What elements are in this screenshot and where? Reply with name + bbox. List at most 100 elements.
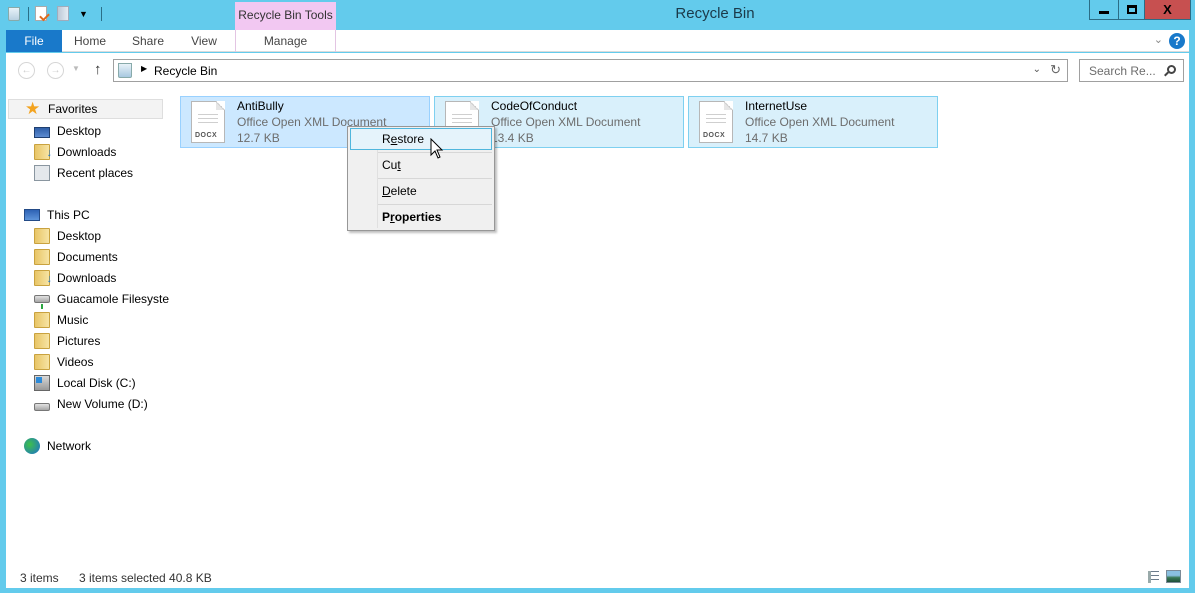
star-icon: ★ (25, 99, 41, 118)
tab-share[interactable]: Share (124, 30, 172, 52)
recycle-bin-icon (118, 63, 132, 78)
search-icon[interactable] (1167, 65, 1176, 74)
file-name: AntiBully (237, 99, 284, 113)
drive-icon (34, 402, 50, 411)
computer-icon (24, 209, 40, 221)
menu-item-delete[interactable]: Delete (350, 180, 492, 202)
videos-folder-icon (34, 354, 50, 370)
window-controls: X (1089, 0, 1191, 20)
address-history-chevron-icon[interactable]: ⌄ (1033, 64, 1041, 75)
nav-label: Network (47, 439, 92, 453)
nav-label: Guacamole Filesyste (57, 292, 170, 306)
menu-item-restore[interactable]: Restore (350, 128, 492, 150)
minimize-icon (1099, 11, 1109, 14)
breadcrumb-recycle-bin[interactable]: Recycle Bin (154, 64, 217, 78)
nav-label: This PC (47, 208, 90, 222)
file-size: 13.4 KB (491, 131, 534, 145)
nav-label: Desktop (57, 229, 102, 243)
mouse-pointer-icon (430, 138, 444, 159)
recent-locations-dropdown-icon[interactable]: ▼ (72, 64, 80, 73)
nav-label: Recent places (57, 166, 134, 180)
nav-network[interactable]: Network (24, 436, 91, 456)
nav-label: Downloads (57, 271, 117, 285)
nav-label: Pictures (57, 334, 101, 348)
tab-manage[interactable]: Manage (235, 30, 336, 52)
nav-pc-local-disk-c[interactable]: Local Disk (C:) (34, 373, 136, 393)
nav-pc-desktop[interactable]: Desktop (34, 226, 101, 246)
docx-file-icon: DOCX (699, 101, 733, 143)
nav-label: New Volume (D:) (57, 397, 148, 411)
network-drive-icon (34, 295, 50, 309)
tab-file[interactable]: File (6, 30, 62, 52)
menu-separator (378, 204, 492, 205)
nav-favorites-desktop[interactable]: Desktop (34, 121, 101, 141)
navigation-pane: ★ Favorites Desktop Downloads Recent pla… (6, 89, 176, 567)
file-name: InternetUse (745, 99, 808, 113)
address-bar[interactable]: ▶ Recycle Bin ⌄ ↻ (113, 59, 1068, 82)
status-bar: 3 items 3 items selected 40.8 KB (6, 567, 1189, 588)
documents-folder-icon (34, 249, 50, 265)
file-name: CodeOfConduct (491, 99, 578, 113)
details-view-icon[interactable] (1144, 571, 1159, 583)
menu-item-cut[interactable]: Cut (350, 154, 492, 176)
close-button[interactable]: X (1144, 0, 1191, 20)
nav-label: Videos (57, 355, 94, 369)
selection-info: 3 items selected 40.8 KB (79, 571, 212, 585)
docx-file-icon: DOCX (191, 101, 225, 143)
navigation-bar: ← → ▼ ↑ ▶ Recycle Bin ⌄ ↻ Search Re... (6, 53, 1189, 89)
network-icon (24, 438, 40, 454)
nav-pc-videos[interactable]: Videos (34, 352, 93, 372)
tab-view[interactable]: View (182, 30, 226, 52)
menu-separator (378, 178, 492, 179)
breadcrumb-arrow-icon[interactable]: ▶ (141, 64, 147, 73)
large-icons-view-icon[interactable] (1166, 570, 1181, 583)
nav-pc-downloads[interactable]: Downloads (34, 268, 117, 289)
help-icon[interactable]: ? (1169, 33, 1185, 49)
close-icon: X (1163, 2, 1172, 17)
nav-favorites-downloads[interactable]: Downloads (34, 142, 117, 163)
nav-pc-new-volume-d[interactable]: New Volume (D:) (34, 394, 148, 414)
nav-label: Local Disk (C:) (57, 376, 136, 390)
context-menu: Restore Cut Delete Properties (347, 126, 495, 231)
desktop-icon (34, 126, 50, 138)
file-size: 14.7 KB (745, 131, 788, 145)
nav-label: Desktop (57, 124, 102, 138)
recent-places-icon (34, 165, 50, 181)
downloads-folder-icon (34, 143, 52, 163)
nav-label: Documents (57, 250, 118, 264)
maximize-icon (1126, 5, 1137, 14)
search-input[interactable]: Search Re... (1079, 59, 1184, 82)
nav-pc-pictures[interactable]: Pictures (34, 331, 100, 351)
expand-ribbon-chevron-icon[interactable]: ⌄ (1154, 33, 1163, 46)
menu-item-properties[interactable]: Properties (350, 206, 492, 228)
file-type: Office Open XML Document (491, 115, 641, 129)
desktop-folder-icon (34, 228, 50, 244)
maximize-button[interactable] (1118, 0, 1144, 20)
file-size: 12.7 KB (237, 131, 280, 145)
refresh-icon[interactable]: ↻ (1050, 62, 1061, 78)
tab-home[interactable]: Home (66, 30, 114, 52)
file-item[interactable]: DOCX InternetUse Office Open XML Documen… (688, 96, 938, 148)
nav-pc-guacamole-filesystem[interactable]: Guacamole Filesyste (34, 289, 169, 309)
file-type: Office Open XML Document (745, 115, 895, 129)
main-content: ★ Favorites Desktop Downloads Recent pla… (6, 89, 1189, 567)
item-count: 3 items (20, 571, 59, 585)
up-arrow-icon[interactable]: ↑ (94, 61, 102, 78)
nav-pc-documents[interactable]: Documents (34, 247, 118, 267)
forward-button[interactable]: → (47, 62, 64, 79)
back-button[interactable]: ← (18, 62, 35, 79)
nav-label: Downloads (57, 145, 117, 159)
nav-favorites-recent-places[interactable]: Recent places (34, 163, 133, 183)
nav-label: Music (57, 313, 89, 327)
nav-pc-music[interactable]: Music (34, 310, 88, 330)
ribbon: File Home Share View Manage ⌄ ? (6, 30, 1189, 52)
nav-this-pc[interactable]: This PC (24, 205, 90, 225)
pictures-folder-icon (34, 333, 50, 349)
nav-favorites[interactable]: ★ Favorites (8, 99, 163, 119)
search-placeholder: Search Re... (1089, 64, 1156, 78)
title-bar: ▼ Recycle Bin Tools Recycle Bin X (0, 0, 1195, 30)
local-disk-icon (34, 375, 50, 391)
nav-label: Favorites (48, 102, 98, 116)
music-folder-icon (34, 312, 50, 328)
minimize-button[interactable] (1089, 0, 1118, 20)
